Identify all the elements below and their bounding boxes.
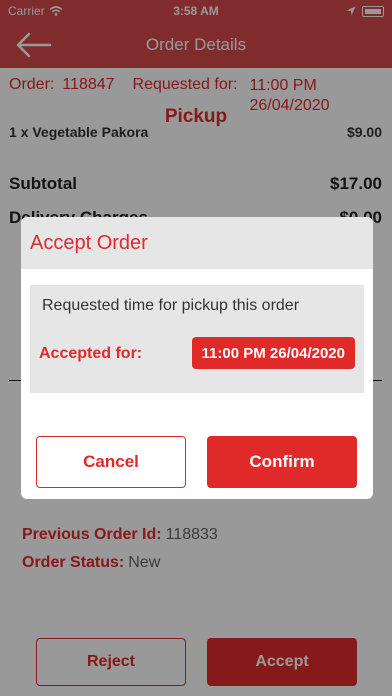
accepted-time-button[interactable]: 11:00 PM 26/04/2020 <box>191 337 355 369</box>
dialog-description: Requested time for pickup this order <box>42 297 300 314</box>
cancel-button[interactable]: Cancel <box>36 436 186 488</box>
confirm-button[interactable]: Confirm <box>207 436 357 488</box>
accept-order-dialog: Accept Order Requested time for pickup t… <box>21 217 373 499</box>
accepted-for-label: Accepted for: <box>39 345 143 362</box>
dialog-header: Accept Order <box>21 217 373 269</box>
dialog-body: Requested time for pickup this order Acc… <box>30 285 364 393</box>
dialog-title: Accept Order <box>30 231 148 254</box>
